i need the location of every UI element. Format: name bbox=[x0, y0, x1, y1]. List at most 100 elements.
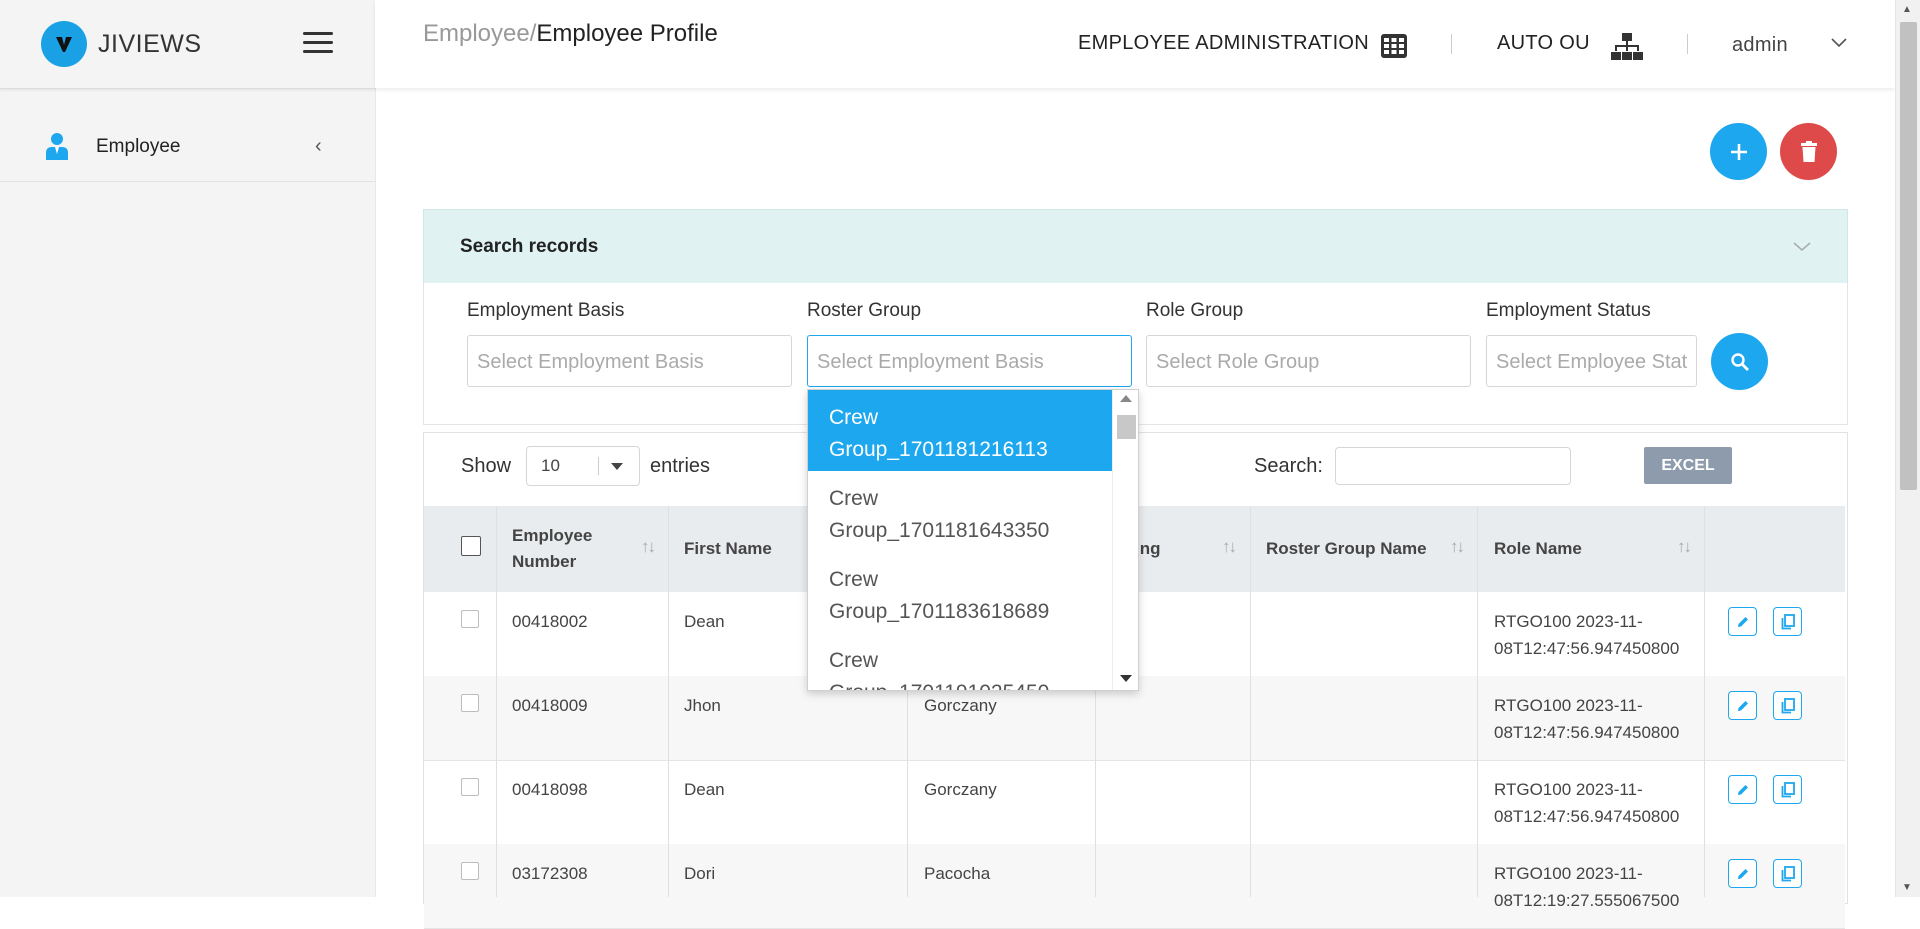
search-icon bbox=[1730, 352, 1749, 371]
menu-icon[interactable] bbox=[303, 32, 333, 54]
scroll-up-icon[interactable] bbox=[1120, 395, 1132, 402]
grid-icon[interactable] bbox=[1380, 33, 1408, 59]
dropdown-option[interactable]: Crew Group_1701191025450 bbox=[808, 633, 1112, 690]
cell-employee-number: 00418009 bbox=[512, 696, 588, 715]
dropdown-option[interactable]: Crew Group_1701181643350 bbox=[808, 471, 1112, 552]
add-button[interactable] bbox=[1710, 123, 1767, 180]
cell-role-name: RTGO100 2023-11- bbox=[1494, 612, 1643, 631]
entries-label: entries bbox=[650, 455, 711, 477]
cell-role-name: RTGO100 2023-11- bbox=[1494, 780, 1643, 799]
roster-group-select[interactable]: Select Employment Basis bbox=[807, 335, 1132, 387]
cell-first-name: Dean bbox=[684, 612, 725, 631]
cell-first-name: Jhon bbox=[684, 696, 721, 715]
delete-button[interactable] bbox=[1780, 123, 1837, 180]
cell-last-name: Pacocha bbox=[924, 864, 991, 883]
table-search-input[interactable] bbox=[1335, 447, 1571, 485]
sort-icon[interactable]: ↑↓ bbox=[1222, 537, 1237, 557]
table-search-label: Search: bbox=[1254, 455, 1323, 477]
chevron-down-icon[interactable] bbox=[1831, 38, 1847, 48]
edit-icon bbox=[1737, 700, 1748, 711]
trash-icon bbox=[1800, 140, 1817, 162]
header-divider bbox=[1451, 34, 1452, 54]
org-chart-icon[interactable] bbox=[1611, 33, 1643, 61]
employee-administration-link[interactable]: EMPLOYEE ADMINISTRATION bbox=[1078, 32, 1369, 55]
copy-button[interactable] bbox=[1773, 775, 1802, 804]
dropdown-scrollbar[interactable] bbox=[1112, 390, 1138, 690]
employment-basis-label: Employment Basis bbox=[467, 300, 625, 321]
edit-button[interactable] bbox=[1728, 859, 1757, 888]
option-line1: Crew bbox=[829, 568, 879, 591]
option-line2: Group_1701181643350 bbox=[829, 519, 1050, 542]
edit-icon bbox=[1737, 784, 1748, 795]
search-button[interactable] bbox=[1711, 333, 1768, 390]
select-all-checkbox[interactable] bbox=[461, 536, 481, 556]
user-icon bbox=[46, 133, 68, 160]
option-line1: Crew bbox=[829, 487, 879, 510]
show-label: Show bbox=[461, 455, 512, 477]
search-records-header[interactable]: Search records bbox=[423, 209, 1848, 285]
header-divider bbox=[1687, 34, 1688, 54]
option-line2: Group_1701183618689 bbox=[829, 600, 1050, 623]
copy-button[interactable] bbox=[1773, 859, 1802, 888]
row-checkbox[interactable] bbox=[461, 694, 479, 712]
edit-icon bbox=[1737, 868, 1748, 879]
edit-button[interactable] bbox=[1728, 691, 1757, 720]
page-scrollbar[interactable]: ▲ ▼ bbox=[1895, 0, 1920, 897]
cell-first-name: Dean bbox=[684, 780, 725, 799]
top-header: Employee/Employee Profile EMPLOYEE ADMIN… bbox=[375, 0, 1895, 88]
chevron-down-icon[interactable] bbox=[1793, 242, 1811, 252]
sidebar: JIVIEWS Employee ‹ bbox=[0, 0, 376, 897]
role-group-label: Role Group bbox=[1146, 300, 1244, 321]
dropdown-option[interactable]: Crew Group_1701181216113 bbox=[808, 390, 1112, 471]
breadcrumb-parent[interactable]: Employee/ bbox=[423, 20, 536, 47]
col-employee-number-line1: Employee bbox=[512, 526, 593, 545]
excel-export-button[interactable]: EXCEL bbox=[1644, 447, 1732, 484]
copy-icon bbox=[1781, 697, 1795, 713]
cell-last-name: Gorczany bbox=[924, 696, 997, 715]
page-title: Employee Profile bbox=[536, 20, 718, 47]
edit-button[interactable] bbox=[1728, 775, 1757, 804]
row-checkbox[interactable] bbox=[461, 610, 479, 628]
cell-role-name-2: 08T12:19:27.555067500 bbox=[1494, 891, 1680, 910]
sidebar-item-employee[interactable]: Employee ‹ bbox=[0, 118, 375, 182]
copy-icon bbox=[1781, 781, 1795, 797]
employment-status-label: Employment Status bbox=[1486, 300, 1651, 321]
breadcrumb: Employee/Employee Profile bbox=[423, 20, 718, 48]
sort-icon[interactable]: ↑↓ bbox=[641, 537, 656, 557]
copy-button[interactable] bbox=[1773, 607, 1802, 636]
col-employee-number-line2: Number bbox=[512, 552, 577, 571]
chevron-left-icon[interactable]: ‹ bbox=[315, 135, 322, 158]
edit-button[interactable] bbox=[1728, 607, 1757, 636]
scroll-thumb[interactable] bbox=[1117, 415, 1136, 439]
dropdown-option[interactable]: Crew Group_1701183618689 bbox=[808, 552, 1112, 633]
role-group-select[interactable]: Select Role Group bbox=[1146, 335, 1471, 387]
copy-button[interactable] bbox=[1773, 691, 1802, 720]
cell-role-name: RTGO100 2023-11- bbox=[1494, 696, 1643, 715]
search-records-title: Search records bbox=[460, 236, 599, 257]
logo-icon[interactable] bbox=[41, 21, 87, 67]
col-role-name[interactable]: Role Name bbox=[1494, 506, 1582, 592]
scroll-down-icon[interactable] bbox=[1120, 675, 1132, 682]
auto-ou-link[interactable]: AUTO OU bbox=[1497, 32, 1590, 55]
brand-name: JIVIEWS bbox=[98, 30, 202, 58]
sort-icon[interactable]: ↑↓ bbox=[1677, 537, 1692, 557]
col-roster-group-name[interactable]: Roster Group Name bbox=[1266, 506, 1427, 592]
roster-group-dropdown: Crew Group_1701181216113 Crew Group_1701… bbox=[807, 389, 1139, 691]
row-checkbox[interactable] bbox=[461, 862, 479, 880]
sort-icon[interactable]: ↑↓ bbox=[1450, 537, 1465, 557]
entries-select[interactable]: 10 bbox=[526, 446, 640, 486]
employment-basis-select[interactable]: Select Employment Basis bbox=[467, 335, 792, 387]
col-first-name[interactable]: First Name bbox=[684, 506, 772, 592]
option-line2: Group_1701181216113 bbox=[829, 438, 1048, 461]
entries-value: 10 bbox=[541, 456, 560, 475]
col-employee-number[interactable]: Employee Number bbox=[512, 506, 592, 592]
roster-group-label: Roster Group bbox=[807, 300, 922, 321]
cell-role-name-2: 08T12:47:56.947450800 bbox=[1494, 723, 1680, 742]
user-menu[interactable]: admin bbox=[1732, 34, 1788, 57]
edit-icon bbox=[1737, 616, 1748, 627]
option-line1: Crew bbox=[829, 406, 879, 429]
row-checkbox[interactable] bbox=[461, 778, 479, 796]
cell-first-name: Dori bbox=[684, 864, 716, 883]
employment-status-select[interactable]: Select Employee Stat bbox=[1486, 335, 1697, 387]
copy-icon bbox=[1781, 865, 1795, 881]
